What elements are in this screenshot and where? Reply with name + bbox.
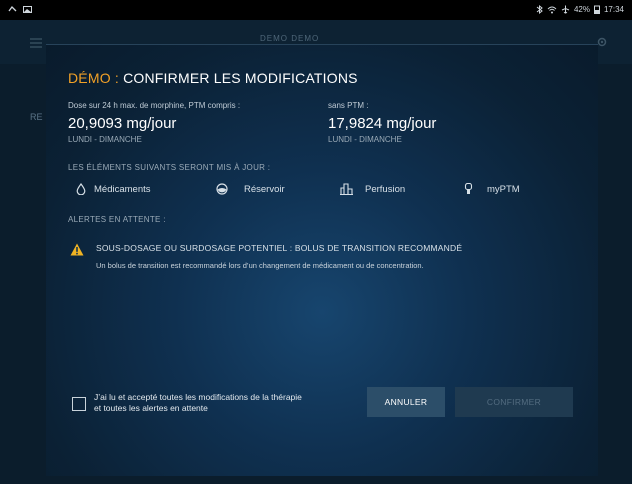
title-separator: :: [110, 70, 124, 86]
confirm-changes-dialog: DÉMO : CONFIRMER LES MODIFICATIONS Dose …: [46, 44, 598, 476]
demo-badge: DÉMO: [68, 70, 111, 86]
confirm-button[interactable]: CONFIRMER: [455, 387, 573, 417]
battery-icon: [593, 5, 600, 14]
battery-percent: 42%: [573, 5, 590, 14]
infusion-chart-icon: [340, 183, 353, 195]
menu-icon: [30, 38, 42, 48]
dose-with-ptm-value: 20,9093 mg/jour: [68, 115, 177, 132]
drop-icon: [76, 183, 86, 195]
clock: 17:34: [603, 5, 624, 14]
airplane-icon: [561, 5, 570, 14]
update-item-label: Perfusion: [365, 183, 406, 195]
update-item-label: Médicaments: [94, 183, 151, 195]
updates-heading: LES ÉLÉMENTS SUIVANTS SERONT MIS À JOUR …: [68, 163, 271, 172]
image-icon: [23, 6, 32, 13]
acknowledge-line-2: et toutes les alertes en attente: [94, 403, 208, 413]
wifi-icon: [547, 6, 557, 14]
dose-with-ptm-days: LUNDI - DIMANCHE: [68, 135, 142, 144]
dose-without-ptm-value: 17,9824 mg/jour: [328, 115, 437, 132]
alert-description: Un bolus de transition est recommandé lo…: [96, 261, 424, 270]
dose-with-ptm-label: Dose sur 24 h max. de morphine, PTM comp…: [68, 101, 241, 110]
dialog-title: DÉMO : CONFIRMER LES MODIFICATIONS: [68, 70, 358, 86]
update-item-infusion: Perfusion: [340, 183, 405, 195]
title-text: CONFIRMER LES MODIFICATIONS: [123, 70, 358, 86]
status-bar: 42% 17:34: [0, 0, 632, 20]
update-item-label: Réservoir: [244, 183, 285, 195]
warning-icon: [70, 243, 84, 256]
alert-title: SOUS-DOSAGE OU SURDOSAGE POTENTIEL : BOL…: [96, 243, 463, 253]
acknowledge-checkbox[interactable]: [72, 397, 86, 411]
acknowledge-text: J’ai lu et accepté toutes les modificati…: [94, 392, 364, 414]
bluetooth-icon: [536, 5, 543, 14]
update-item-label: myPTM: [487, 183, 520, 195]
dose-without-ptm-days: LUNDI - DIMANCHE: [328, 135, 402, 144]
alerts-heading: ALERTES EN ATTENTE :: [68, 215, 166, 224]
update-item-medications: Médicaments: [76, 183, 151, 195]
cancel-button[interactable]: ANNULER: [367, 387, 445, 417]
background-side-label: RE: [30, 112, 43, 122]
hand-pump-icon: [464, 183, 473, 194]
notification-icon: [8, 6, 17, 12]
dose-without-ptm-label: sans PTM :: [328, 101, 369, 110]
reservoir-icon: [216, 183, 228, 195]
status-right: 42% 17:34: [536, 5, 624, 14]
acknowledge-line-1: J’ai lu et accepté toutes les modificati…: [94, 392, 302, 402]
background-title: DEMO DEMO: [260, 34, 320, 43]
update-item-myptm: myPTM: [464, 183, 520, 195]
status-left: [8, 5, 32, 14]
update-item-reservoir: Réservoir: [216, 183, 285, 195]
